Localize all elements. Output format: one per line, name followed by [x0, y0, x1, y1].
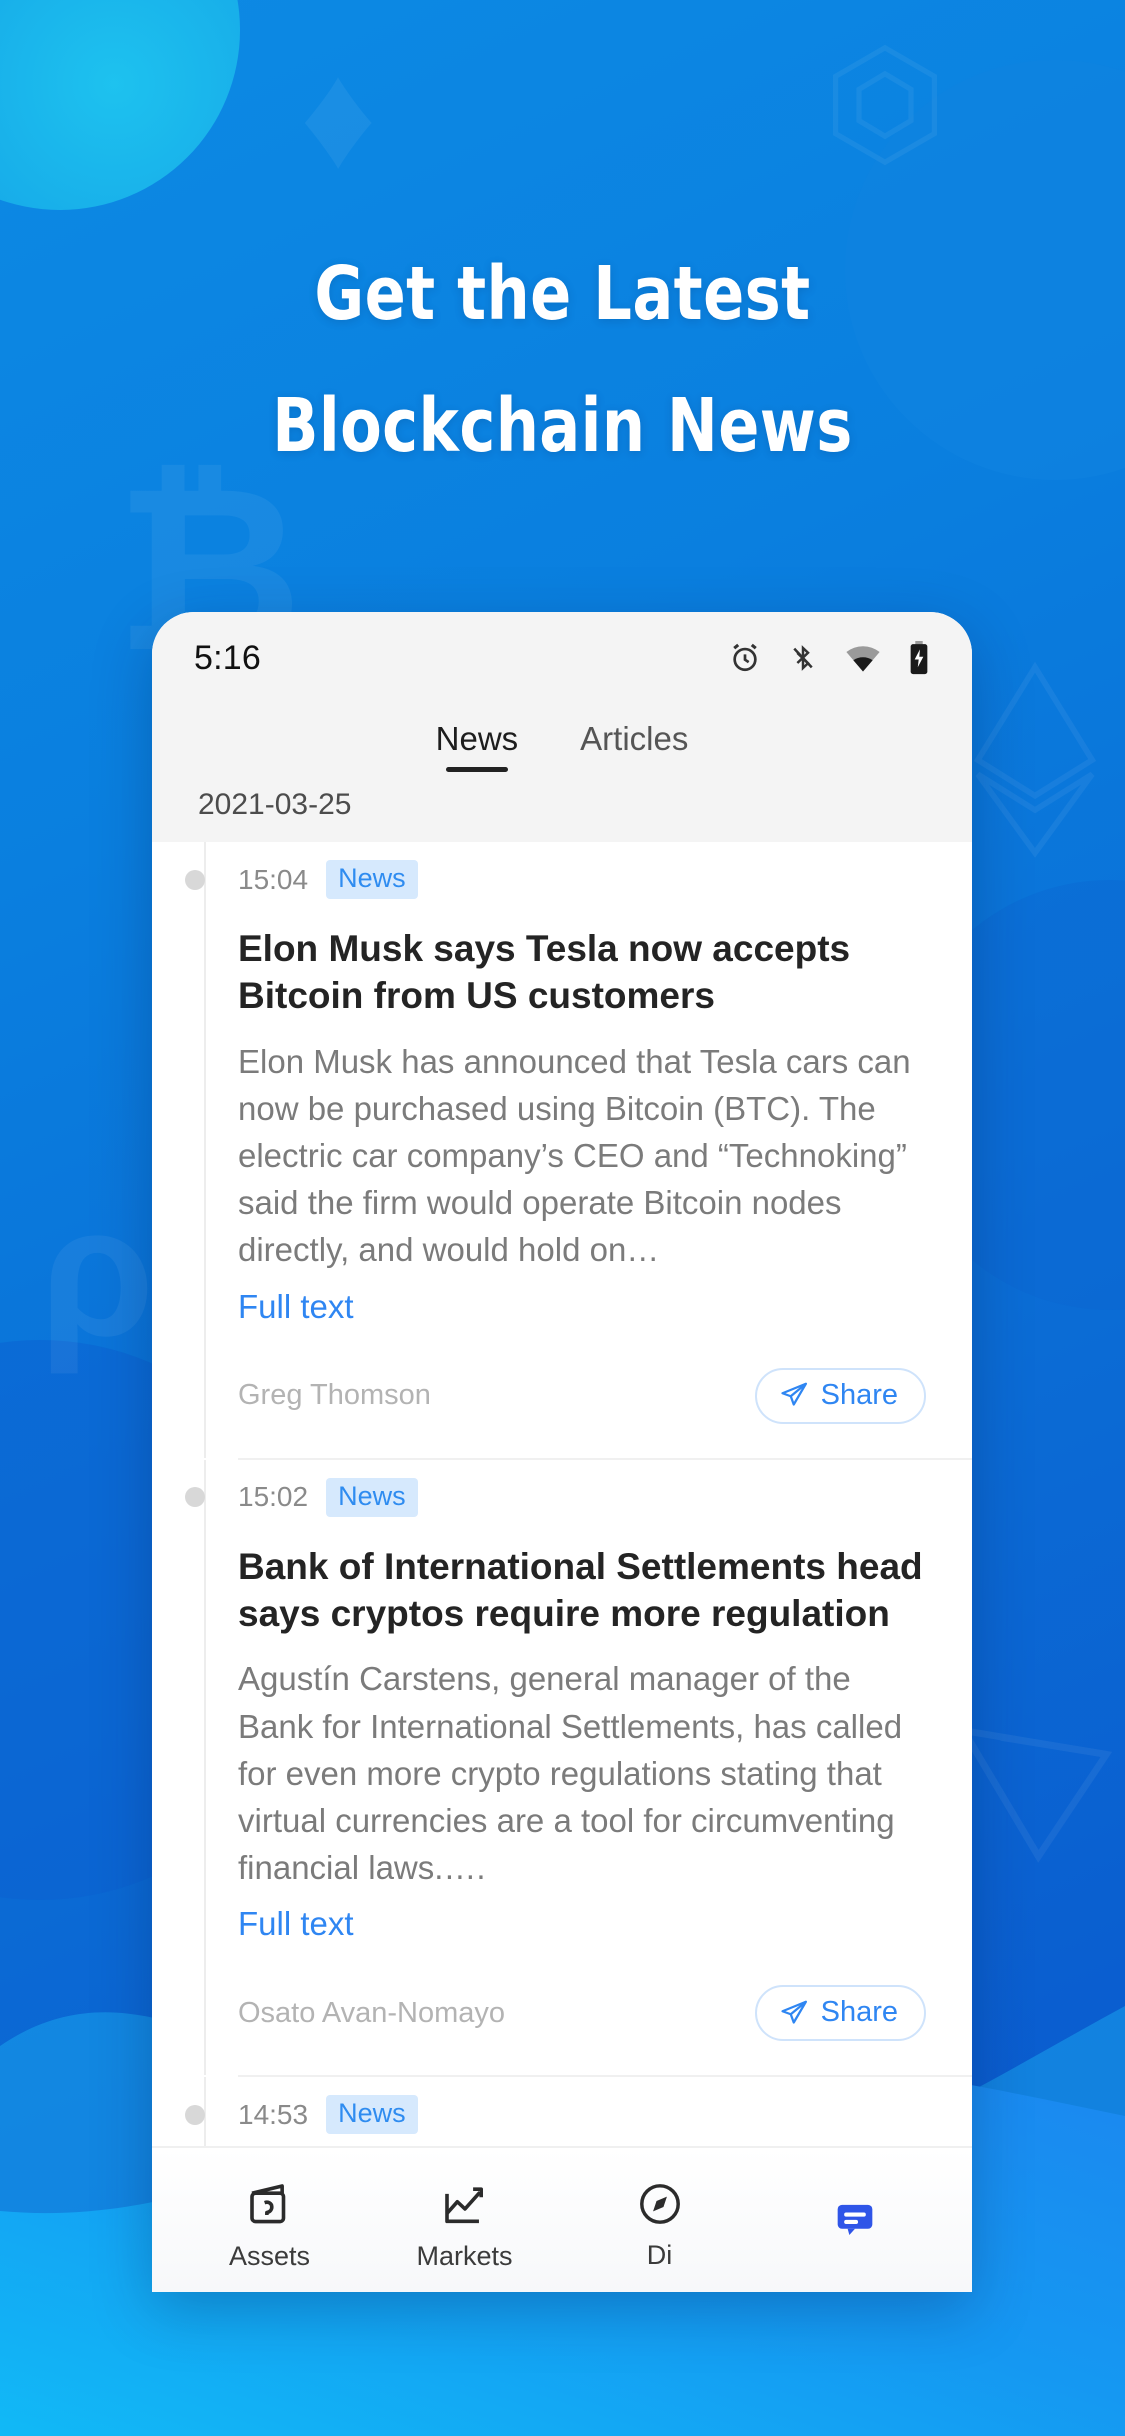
battery-charging-icon [908, 641, 930, 675]
news-item-header: 15:04 News [185, 860, 926, 899]
timeline-dot-icon [185, 1487, 205, 1508]
news-item[interactable]: 15:02 News Bank of International Settlem… [152, 1459, 972, 2076]
tab-articles[interactable]: Articles [576, 714, 692, 772]
status-badge: News [326, 860, 418, 899]
paper-plane-icon [779, 1998, 809, 2028]
share-button-label: Share [820, 1378, 898, 1411]
news-item-summary: Agustín Carstens, general manager of the… [238, 1660, 903, 1887]
news-item-footer: Osato Avan-Nomayo Share [238, 1985, 926, 2075]
paper-plane-icon [779, 1380, 809, 1410]
news-item-body: Elon Musk says Tesla now accepts Bitcoin… [238, 925, 926, 1458]
hexagon-glyph-icon [820, 40, 950, 170]
status-bar-icons [728, 641, 930, 675]
news-feed: 15:04 News Elon Musk says Tesla now acce… [152, 842, 972, 2175]
wifi-icon [844, 643, 882, 673]
news-item-title[interactable]: Bank of International Settlements head s… [238, 1543, 926, 1638]
nav-item-discover[interactable]: Di [562, 2178, 757, 2271]
polkadot-glyph-icon: ρ [40, 1169, 155, 1375]
news-icon [829, 2193, 881, 2245]
nav-item-label: Markets [416, 2240, 513, 2271]
full-text-link[interactable]: Full text [238, 1288, 354, 1326]
status-badge: News [326, 2095, 418, 2135]
news-item-time: 15:02 [238, 1481, 309, 1513]
nav-item-assets[interactable]: Assets [172, 2177, 367, 2272]
news-item-header: 14:53 News [185, 2095, 926, 2135]
share-button-label: Share [820, 1996, 898, 2029]
nav-item-label: Assets [228, 2240, 311, 2271]
share-button[interactable]: Share [754, 1367, 926, 1424]
news-item-summary: Elon Musk has announced that Tesla cars … [238, 1042, 911, 1269]
tron-glyph-icon [950, 1700, 1120, 1870]
headline-line-1: Get the Latest [314, 251, 811, 337]
status-badge: News [326, 1477, 418, 1517]
timeline-dot-icon [185, 869, 205, 890]
news-item-footer: Greg Thomson Share [238, 1367, 926, 1458]
news-item-time: 14:53 [238, 2098, 309, 2130]
decor-blob-top-left [0, 0, 240, 210]
nav-item-news[interactable] [757, 2193, 952, 2255]
news-item-time: 15:04 [238, 863, 309, 895]
news-item-author: Osato Avan-Nomayo [238, 1996, 506, 2029]
headline-line-2: Blockchain News [272, 383, 853, 469]
chart-icon [438, 2177, 492, 2231]
full-text-link[interactable]: Full text [238, 1905, 354, 1943]
alarm-icon [728, 641, 762, 675]
tab-bar: News Articles [152, 704, 972, 776]
news-item-author: Greg Thomson [238, 1379, 431, 1412]
status-bar: 5:16 [152, 612, 972, 704]
feed-date-header: 2021-03-25 [152, 776, 972, 842]
timeline-dot-icon [185, 2104, 205, 2125]
promo-headline: Get the Latest Blockchain News [101, 228, 1024, 492]
news-item-title[interactable]: Elon Musk says Tesla now accepts Bitcoin… [238, 925, 926, 1020]
nav-item-label: Di [646, 2239, 673, 2270]
nav-item-markets[interactable]: Markets [367, 2177, 562, 2272]
news-item[interactable]: 15:04 News Elon Musk says Tesla now acce… [152, 842, 972, 1458]
tab-news[interactable]: News [432, 714, 523, 772]
news-item-body: Bank of International Settlements head s… [238, 1543, 926, 2076]
status-bar-clock: 5:16 [194, 638, 261, 677]
news-item-header: 15:02 News [185, 1477, 926, 1517]
bluetooth-disabled-icon [788, 641, 818, 675]
compass-icon [634, 2178, 686, 2230]
phone-mockup: 5:16 News Articles 2021-03-25 15:04 News… [152, 612, 972, 2292]
bottom-navigation-bar: Assets Markets Di [152, 2146, 972, 2292]
eth-flame-glyph-icon: ♦ [300, 31, 377, 199]
wallet-icon [243, 2177, 297, 2231]
eth-diamond-glyph-icon [960, 660, 1110, 860]
share-button[interactable]: Share [754, 1985, 926, 2042]
